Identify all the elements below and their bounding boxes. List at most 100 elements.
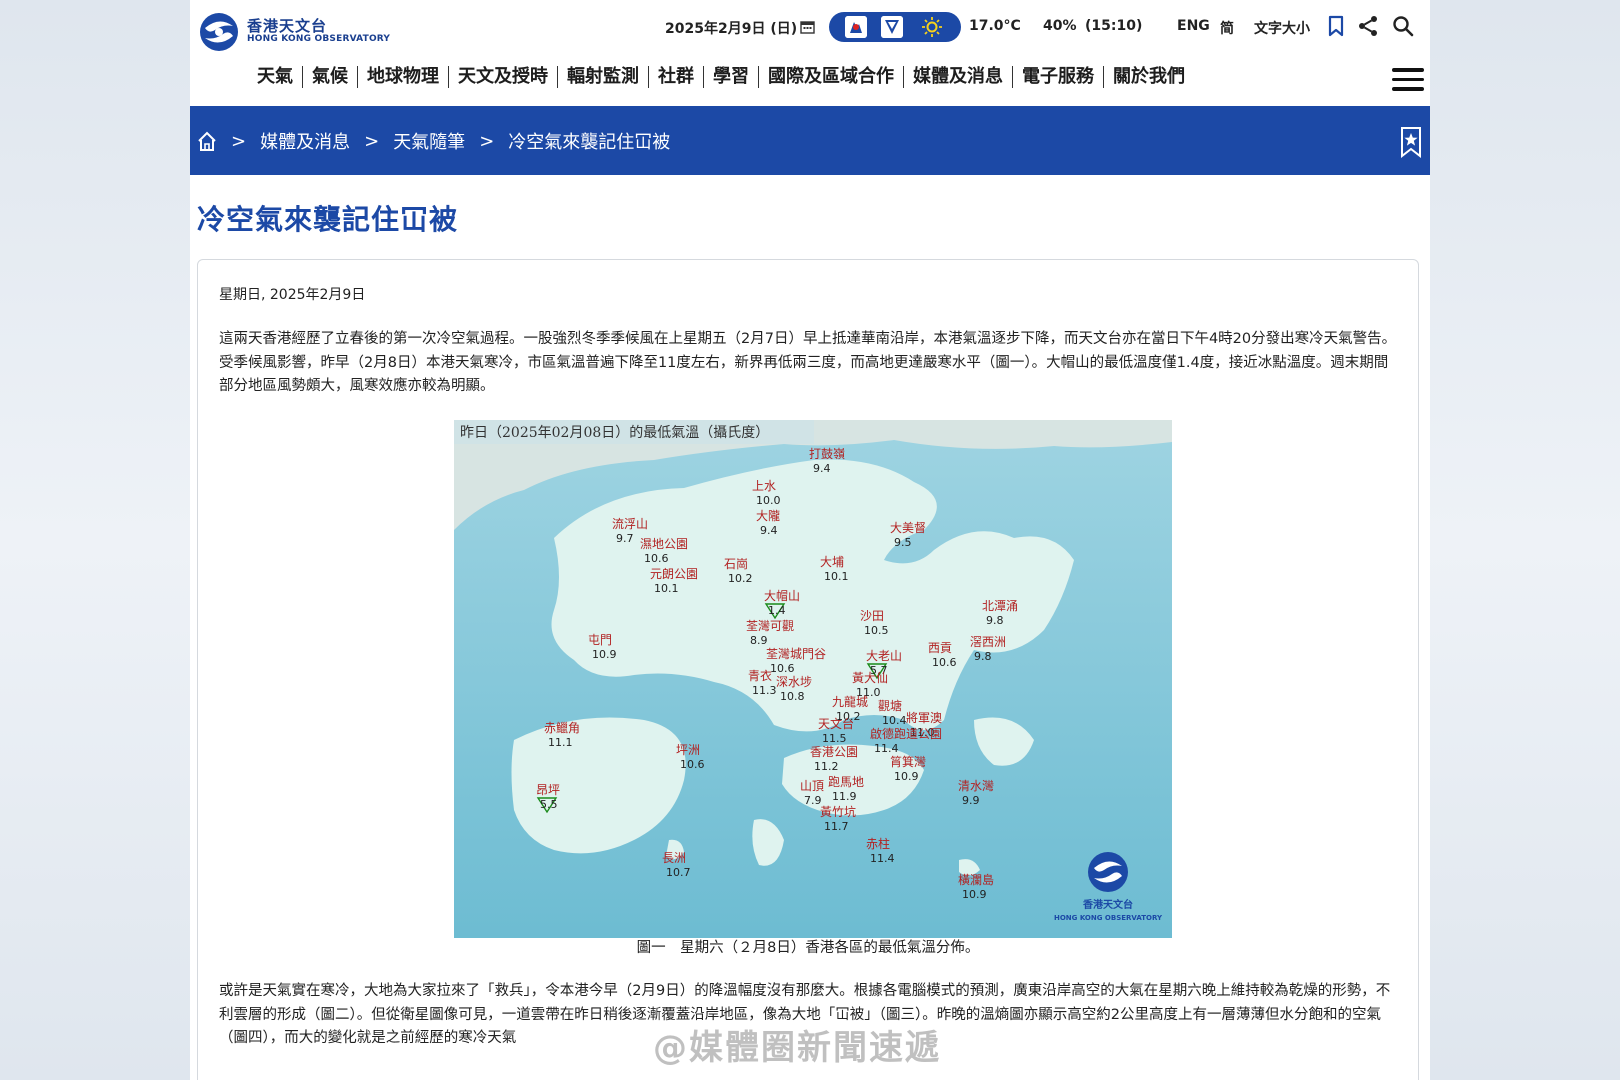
hko-logo[interactable]: 香港天文台 HONG KONG OBSERVATORY [197,12,390,52]
station-name: 赤柱 [866,836,890,851]
station-temp: 10.9 [592,648,617,661]
nav-item[interactable]: 天文及授時 [449,66,558,88]
station-temp: 10.6 [680,758,705,771]
sunny-icon[interactable] [921,16,943,38]
station-name: 大帽山 [764,588,800,603]
weather-warning-bar[interactable] [829,12,961,42]
nav-item[interactable]: 氣候 [303,66,358,88]
station-name: 屯門 [588,633,612,647]
station-name: 石崗 [724,557,748,571]
station-label: 大隴9.4 [756,508,780,537]
min-temperature-map-figure[interactable]: 昨日（2025年02月08日）的最低氣溫（攝氏度） 打鼓嶺 9.4 上水 10.0 大隴… [454,420,1172,938]
monsoon-signal-icon[interactable] [881,16,903,38]
station-name: 流浮山 [612,517,648,531]
station-temp: 9.7 [616,532,634,545]
main-navigation: 天氣 氣候 地球物理 天文及授時 輻射監測 社群 學習 國際及區域合作 媒體及消息 電子服務 關於我… [190,60,1430,102]
breadcrumb-separator: > [479,130,495,152]
menu-icon[interactable] [1392,68,1424,92]
station-temp: 10.6 [644,552,669,565]
station-name: 黃大仙 [852,671,888,685]
station-name: 橫瀾島 [958,872,994,887]
font-size-button[interactable]: 文字大小 [1254,18,1310,38]
breadcrumb: > 媒體及消息 > 天氣隨筆 > 冷空氣來襲記住冚被 [197,128,670,154]
nav-item[interactable]: 地球物理 [358,66,449,88]
station-name: 荃灣可觀 [746,619,794,633]
map-title: 昨日（2025年02月08日）的最低氣溫（攝氏度） [460,425,769,441]
page: 香港天文台 HONG KONG OBSERVATORY 2025年2月9日 (日… [190,0,1430,1080]
station-temp: 10.9 [894,770,919,783]
station-name: 天文台 [818,716,854,731]
station-temp: 1.4 [768,604,786,617]
bookmark-icon[interactable] [1324,14,1348,38]
language-english-link[interactable]: ENG [1177,18,1210,34]
station-name: 觀塘 [878,698,902,713]
breadcrumb-weather-notes[interactable]: 天氣隨筆 [393,128,465,154]
observation-time: (15:10) [1085,18,1143,34]
station-name: 濕地公園 [640,537,688,551]
nav-item[interactable]: 社群 [649,66,704,88]
station-name: 啟德跑道公園 [870,726,942,741]
station-temp: 10.1 [824,570,849,583]
nav-item[interactable]: 學習 [704,66,759,88]
language-simplified-link[interactable]: 简 [1220,18,1234,38]
nav-items: 天氣 氣候 地球物理 天文及授時 輻射監測 社群 學習 國際及區域合作 媒體及消息 電子服務 關於我… [248,66,1194,88]
station-name: 青衣 [748,668,772,683]
station-name: 元朗公園 [650,567,698,581]
search-icon[interactable] [1391,14,1415,38]
station-name: 長洲 [662,851,686,865]
station-name: 滘西洲 [970,635,1006,649]
station-name: 大埔 [820,555,844,569]
breadcrumb-current: 冷空氣來襲記住冚被 [508,132,671,153]
station-name: 沙田 [860,609,884,623]
station-name: 九龍城 [832,694,868,709]
hko-logo-icon [200,13,238,51]
nav-item[interactable]: 國際及區域合作 [759,66,904,88]
station-name: 坪洲 [676,743,700,757]
bookmark-star-icon[interactable] [1399,126,1423,158]
breadcrumb-separator: > [364,130,380,152]
current-temperature: 17.0°C [969,18,1021,34]
station-temp: 11.3 [752,684,777,697]
logo-chinese-name: 香港天文台 [247,17,328,36]
station-name: 將軍澳 [906,710,942,725]
station-temp: 9.9 [962,794,980,807]
station-name: 深水埗 [776,675,812,689]
background-left [0,0,190,1080]
station-name: 跑馬地 [828,775,864,789]
station-name: 西貢 [928,641,952,655]
station-temp: 10.8 [780,690,805,703]
nav-item[interactable]: 輻射監測 [558,66,649,88]
station-temp: 9.8 [974,650,992,663]
cold-weather-warning-icon[interactable] [845,16,867,38]
nav-item[interactable]: 電子服務 [1013,66,1104,88]
breadcrumb-media[interactable]: 媒體及消息 [260,128,350,154]
breadcrumb-separator: > [231,130,247,152]
station-name: 上水 [752,479,776,493]
station-name: 北潭涌 [982,599,1018,613]
station-name: 赤鱲角 [544,721,580,735]
station-temp: 11.5 [822,732,847,745]
station-temp: 10.4 [882,714,907,727]
logo-english-name: HONG KONG OBSERVATORY [247,34,391,45]
nav-item[interactable]: 關於我們 [1104,66,1194,88]
breadcrumb-bar: > 媒體及消息 > 天氣隨筆 > 冷空氣來襲記住冚被 [190,106,1430,175]
station-name: 大隴 [756,508,780,523]
station-temp: 11.7 [824,820,849,833]
station-temp: 5.5 [540,798,558,811]
home-icon[interactable] [197,130,217,152]
station-name: 昂坪 [536,783,560,797]
station-temp: 10.6 [770,662,795,675]
post-date: 星期日, 2025年2月9日 [219,287,366,303]
calendar-icon[interactable] [800,20,815,34]
share-icon[interactable] [1356,14,1380,38]
nav-item[interactable]: 媒體及消息 [904,66,1013,88]
station-name: 筲箕灣 [890,754,926,769]
article-card: 星期日, 2025年2月9日 這兩天香港經歷了立春後的第一次冷空氣過程。一股強烈… [197,259,1419,1080]
station-temp: 10.9 [962,888,987,901]
station-temp: 8.9 [750,634,768,647]
map-logo-en: HONG KONG OBSERVATORY [1054,914,1163,922]
station-temp: 7.9 [804,794,822,807]
nav-item[interactable]: 天氣 [248,66,303,88]
station-temp: 10.2 [728,572,753,585]
min-temperature-map: 昨日（2025年02月08日）的最低氣溫（攝氏度） 打鼓嶺9.4上水10.0大隴… [454,420,1172,938]
